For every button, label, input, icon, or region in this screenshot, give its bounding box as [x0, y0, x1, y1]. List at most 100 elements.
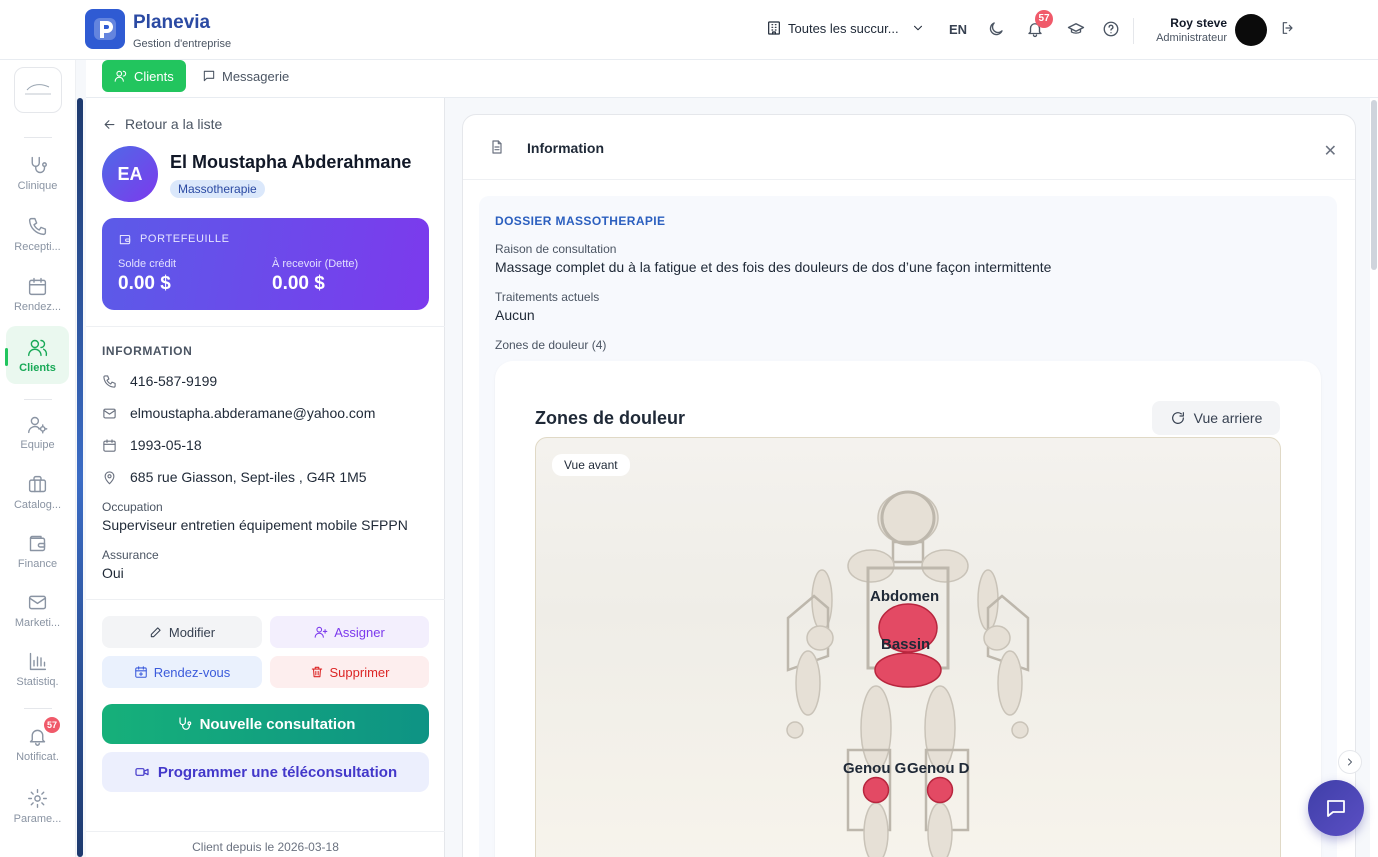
sidebar-item-clinique[interactable]: Clinique	[6, 144, 69, 202]
sidebar-item-clients[interactable]: Clients	[5, 326, 69, 384]
back-to-list-link[interactable]: Retour a la liste	[102, 116, 222, 132]
credit-value: 0.00 $	[118, 273, 171, 294]
moon-icon[interactable]	[987, 20, 1005, 38]
sidebar-item-reception[interactable]: Recepti...	[6, 205, 69, 263]
sidebar-item-label: Parame...	[13, 812, 62, 825]
sidebar-item-label: Statistiq.	[16, 675, 59, 688]
sidebar-item-notifications[interactable]: Notificat. 57	[6, 715, 69, 773]
sidebar-item-parametres[interactable]: Parame...	[6, 777, 69, 835]
sidebar-item-label: Catalog...	[13, 498, 62, 511]
back-label: Retour a la liste	[125, 116, 223, 132]
sidebar-item-marketing[interactable]: Marketi...	[6, 581, 69, 639]
zone-genou-d[interactable]	[926, 776, 954, 804]
branch-selector[interactable]: Toutes les succur...	[766, 20, 925, 36]
chevron-right-icon[interactable]	[1338, 750, 1362, 774]
insurance-label: Assurance	[102, 548, 159, 562]
wallet-icon	[27, 533, 48, 554]
back-view-label: Vue arriere	[1193, 410, 1263, 426]
sidebar-item-statistiques[interactable]: Statistiq.	[6, 640, 69, 698]
client-since: Client depuis le 2026-03-18	[192, 840, 339, 854]
sidebar-item-label: Marketi...	[14, 616, 61, 629]
card-header: Information ✕	[463, 115, 1355, 180]
body-map: Vue avant Abdomen Bassin Genou G Genou D	[535, 437, 1281, 857]
notification-badge: 57	[1035, 10, 1053, 28]
client-avatar: EA	[102, 146, 158, 202]
video-icon	[134, 764, 150, 780]
page-scrollbar-thumb[interactable]	[1371, 100, 1377, 270]
brand-name: Planevia	[133, 12, 211, 33]
reason-value: Massage complet du à la fatigue et des f…	[495, 259, 1052, 275]
info-section-title: INFORMATION	[102, 344, 193, 358]
sidebar-item-label: Recepti...	[14, 240, 61, 253]
panel-divider	[86, 326, 445, 327]
edit-button-label: Modifier	[168, 624, 216, 640]
tab-messagerie[interactable]: Messagerie	[190, 60, 301, 92]
clinic-logo[interactable]	[14, 67, 62, 113]
sidebar-item-finance[interactable]: Finance	[6, 522, 69, 580]
teleconsultation-label: Programmer une téléconsultation	[157, 763, 398, 781]
planevia-logo[interactable]	[85, 9, 125, 49]
brand-tagline: Gestion d'entreprise	[133, 38, 232, 50]
zone-label-abdomen: Abdomen	[870, 588, 940, 605]
arrow-left-icon	[102, 117, 117, 132]
edit-button[interactable]: Modifier	[102, 616, 262, 648]
gear-icon	[27, 788, 48, 809]
wallet-title: PORTEFEUILLE	[118, 232, 230, 246]
treatments-label: Traitements actuels	[495, 290, 600, 304]
email-row: elmoustapha.abderamane@yahoo.com	[102, 405, 375, 421]
body-head[interactable]	[877, 491, 939, 545]
sidebar-item-label: Notificat.	[16, 750, 59, 763]
teleconsultation-button[interactable]: Programmer une téléconsultation	[102, 752, 429, 792]
information-card: Information ✕ DOSSIER MASSOTHERAPIE Rais…	[462, 114, 1356, 857]
chat-icon	[1324, 796, 1348, 820]
pencil-icon	[149, 625, 163, 639]
occupation-value: Superviseur entretien équipement mobile …	[102, 517, 408, 533]
notification-badge: 57	[44, 717, 61, 733]
email-value: elmoustapha.abderamane@yahoo.com	[130, 405, 376, 421]
sidebar-item-label: Equipe	[20, 438, 55, 451]
new-consultation-label: Nouvelle consultation	[199, 715, 356, 733]
logout-icon[interactable]	[1280, 20, 1296, 36]
building-icon	[766, 20, 782, 36]
tab-clients[interactable]: Clients	[102, 60, 186, 92]
sidebar-item-label: Clients	[19, 361, 56, 374]
mail-icon	[102, 406, 117, 421]
assign-button[interactable]: Assigner	[270, 616, 429, 648]
chevron-down-icon	[911, 21, 925, 35]
birthdate-row: 1993-05-18	[102, 437, 202, 453]
appointment-button[interactable]: Rendez-vous	[102, 656, 262, 688]
help-icon[interactable]	[1102, 20, 1120, 38]
user-avatar[interactable]	[1235, 14, 1267, 46]
delete-button-label: Supprimer	[329, 664, 390, 680]
back-view-button[interactable]: Vue arriere	[1152, 401, 1280, 435]
wallet-icon	[118, 232, 132, 246]
sidebar-item-catalogue[interactable]: Catalog...	[6, 463, 69, 521]
sub-navigation: Clients Messagerie	[86, 60, 1378, 98]
phone-icon	[27, 216, 48, 237]
delete-button[interactable]: Supprimer	[270, 656, 429, 688]
address-row: 685 rue Giasson, Sept-iles , G4R 1M5	[102, 469, 367, 485]
chat-button[interactable]	[1308, 780, 1364, 836]
body-left-shoulder[interactable]	[847, 549, 895, 583]
trash-icon	[310, 665, 324, 679]
graduation-cap-icon[interactable]	[1067, 20, 1085, 38]
sidebar-item-label: Rendez...	[13, 300, 62, 313]
new-consultation-button[interactable]: Nouvelle consultation	[102, 704, 429, 744]
panel-divider	[86, 599, 445, 600]
sidebar-item-rendezvous[interactable]: Rendez...	[6, 265, 69, 323]
top-bar: Planevia Gestion d'entreprise Toutes les…	[0, 0, 1378, 60]
card-title: Information	[527, 140, 604, 156]
tab-label: Messagerie	[222, 68, 290, 84]
user-role: Administrateur	[1156, 32, 1227, 44]
zone-bassin[interactable]	[874, 652, 942, 688]
close-icon[interactable]: ✕	[1324, 141, 1337, 161]
map-pin-icon	[102, 470, 117, 485]
zone-genou-g[interactable]	[862, 776, 890, 804]
language-toggle[interactable]: EN	[949, 22, 967, 37]
appointment-button-label: Rendez-vous	[153, 664, 231, 680]
rotate-icon	[1170, 410, 1186, 426]
stethoscope-icon	[27, 155, 48, 176]
sidebar-item-equipe[interactable]: Equipe	[6, 403, 69, 461]
body-right-shoulder[interactable]	[921, 549, 969, 583]
client-name: El Moustapha Abderahmane	[170, 152, 412, 172]
